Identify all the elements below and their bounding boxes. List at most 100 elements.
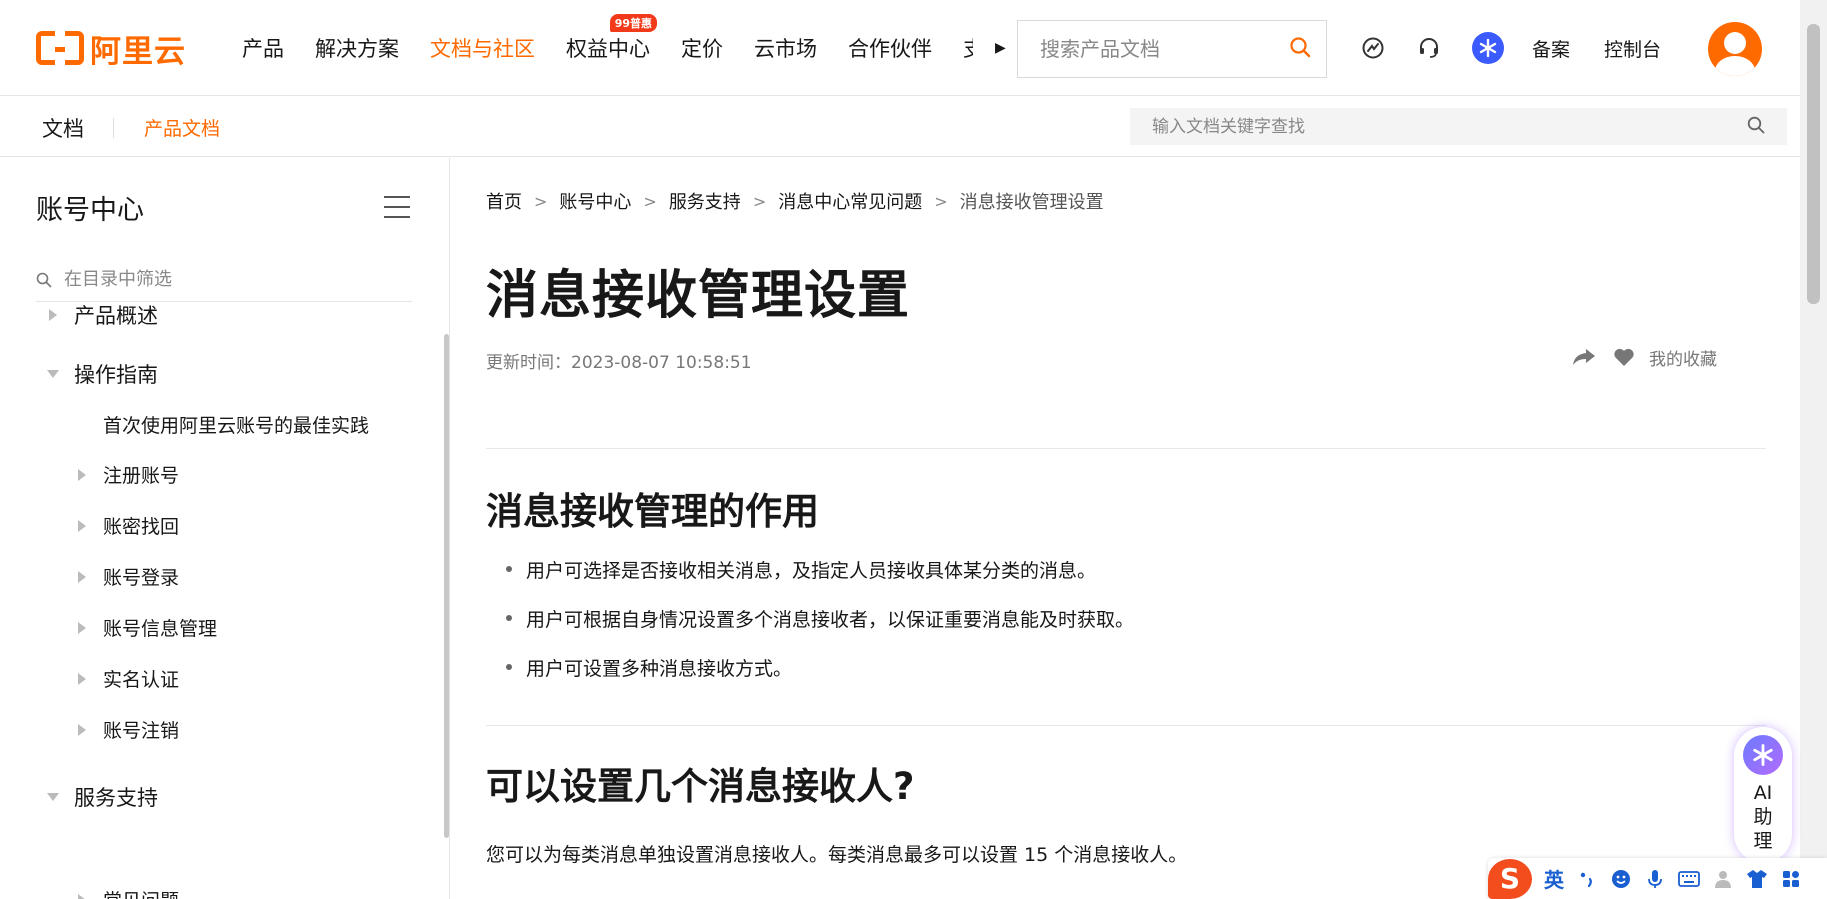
toc-item-label: 实名认证 — [103, 669, 180, 691]
product-doc-search-input[interactable] — [1040, 37, 1289, 61]
microphone-icon[interactable] — [1644, 868, 1666, 890]
keyboard-icon[interactable] — [1678, 868, 1700, 890]
aliyun-logo-icon — [36, 31, 84, 65]
toc-item-operation-guide[interactable]: 操作指南 — [46, 359, 158, 389]
section-heading-purpose: 消息接收管理的作用 — [486, 490, 819, 533]
chevron-right-icon: > — [534, 191, 548, 211]
emoji-icon[interactable] — [1610, 868, 1632, 890]
toc-item-faq[interactable]: 常见问题 — [75, 886, 179, 899]
expand-right-icon — [75, 519, 89, 533]
ai-assistant-float-button[interactable]: AI助理 — [1734, 727, 1792, 863]
toc-item-product-overview[interactable]: 产品概述 — [46, 300, 158, 330]
menu-icon[interactable] — [384, 196, 410, 218]
main-nav: 产品 解决方案 文档与社区 权益中心 99普惠 定价 云市场 合作伙伴 支 ▶ — [242, 0, 1006, 96]
page-scrollbar-thumb[interactable] — [1807, 24, 1820, 304]
page-scrollbar[interactable] — [1800, 0, 1827, 899]
nav-item-marketplace[interactable]: 云市场 — [754, 33, 817, 63]
toc-item-label: 产品概述 — [74, 304, 158, 328]
toc-item-label: 注册账号 — [103, 465, 180, 487]
nav-item-solutions[interactable]: 解决方案 — [315, 33, 399, 63]
purpose-list: 用户可选择是否接收相关消息，及指定人员接收具体某分类的消息。 用户可根据自身情况… — [486, 556, 1134, 703]
toc-item-label: 账号注销 — [103, 720, 180, 742]
receivers-paragraph: 您可以为每类消息单独设置消息接收人。每类消息最多可以设置 15 个消息接收人。 — [486, 844, 1188, 866]
doc-sidebar: 账号中心 产品概述 操作指南 首次使用阿里云账号的最佳实践 注册账号 账密找回 … — [0, 158, 450, 899]
breadcrumb-account-center[interactable]: 账号中心 — [559, 188, 631, 214]
skin-shirt-icon[interactable] — [1746, 868, 1768, 890]
chevron-right-icon: > — [934, 191, 948, 211]
search-icon[interactable] — [1289, 36, 1311, 62]
console-link[interactable]: 控制台 — [1604, 35, 1661, 62]
sogou-ime-logo[interactable]: S — [1488, 858, 1532, 899]
toc-filter-input[interactable] — [64, 269, 412, 290]
top-navbar: 阿里云 产品 解决方案 文档与社区 权益中心 99普惠 定价 云市场 合作伙伴 … — [0, 0, 1800, 96]
sidebar-scrollbar[interactable] — [444, 334, 449, 838]
breadcrumb: 首页 > 账号中心 > 服务支持 > 消息中心常见问题 > 消息接收管理设置 — [486, 188, 1104, 214]
chevron-right-icon: > — [643, 191, 657, 211]
breadcrumb-message-faq[interactable]: 消息中心常见问题 — [778, 188, 922, 214]
punctuation-icon[interactable] — [1576, 868, 1598, 890]
toc-item-real-name-auth[interactable]: 实名认证 — [75, 665, 179, 692]
headset-support-icon[interactable] — [1416, 35, 1442, 61]
doc-keyword-search — [1130, 108, 1787, 145]
toc-item-first-use-best-practice[interactable]: 首次使用阿里云账号的最佳实践 — [103, 411, 369, 438]
page-title: 消息接收管理设置 — [486, 266, 911, 326]
aliyun-logo[interactable]: 阿里云 — [36, 30, 186, 70]
nav-item-overflow[interactable]: 支 — [963, 33, 973, 63]
header-tools: 备案 控制台 — [1360, 0, 1695, 96]
nav-item-benefits-label: 权益中心 — [566, 37, 650, 61]
promo-badge: 99普惠 — [609, 14, 657, 32]
toc-item-account-info[interactable]: 账号信息管理 — [75, 614, 217, 641]
subnav-product-docs-link[interactable]: 产品文档 — [144, 114, 220, 141]
nav-item-benefits[interactable]: 权益中心 99普惠 — [566, 14, 657, 63]
doc-subnav: 文档 产品文档 — [0, 97, 1800, 157]
nav-scroll-right-icon[interactable]: ▶ — [995, 40, 1006, 56]
toc-item-register-account[interactable]: 注册账号 — [75, 461, 179, 488]
nav-item-products[interactable]: 产品 — [242, 33, 284, 63]
toc-item-label: 账密找回 — [103, 516, 180, 538]
doc-keyword-search-input[interactable] — [1152, 116, 1747, 137]
doc-actions: 我的收藏 — [1557, 344, 1717, 370]
divider — [486, 448, 1766, 449]
toc-item-label: 服务支持 — [74, 786, 158, 810]
collapse-down-icon — [46, 790, 60, 804]
expand-right-icon — [75, 723, 89, 737]
ai-assistant-icon — [1743, 735, 1783, 775]
doc-content: 首页 > 账号中心 > 服务支持 > 消息中心常见问题 > 消息接收管理设置 消… — [451, 158, 1800, 899]
nav-item-docs-community[interactable]: 文档与社区 — [430, 33, 535, 63]
collapse-down-icon — [46, 367, 60, 381]
share-icon[interactable] — [1571, 344, 1597, 370]
toc-item-label: 操作指南 — [74, 363, 158, 387]
subnav-divider — [113, 118, 114, 138]
ai-assistant-label: AI助理 — [1753, 782, 1773, 852]
chevron-right-icon: > — [752, 191, 767, 211]
toc-item-password-recovery[interactable]: 账密找回 — [75, 512, 179, 539]
breadcrumb-home[interactable]: 首页 — [486, 188, 522, 214]
user-avatar[interactable] — [1708, 22, 1762, 76]
list-item: 用户可根据自身情况设置多个消息接收者，以保证重要消息能及时获取。 — [486, 605, 1134, 654]
toc-item-account-login[interactable]: 账号登录 — [75, 563, 179, 590]
toolbox-grid-icon[interactable] — [1780, 868, 1802, 890]
breadcrumb-service-support[interactable]: 服务支持 — [669, 188, 741, 214]
expand-right-icon — [75, 570, 89, 584]
search-icon[interactable] — [1747, 116, 1765, 138]
toc-item-label: 账号信息管理 — [103, 618, 218, 640]
ime-language-toggle[interactable]: 英 — [1544, 864, 1564, 893]
subnav-title[interactable]: 文档 — [42, 113, 84, 143]
nav-item-pricing[interactable]: 定价 — [681, 33, 723, 63]
heart-icon[interactable] — [1611, 344, 1637, 370]
expand-right-icon — [75, 672, 89, 686]
dashboard-icon[interactable] — [1360, 35, 1386, 61]
toc-item-service-support[interactable]: 服务支持 — [46, 782, 158, 812]
divider — [486, 725, 1766, 726]
list-item: 用户可设置多种消息接收方式。 — [486, 654, 1134, 703]
my-favorites-link[interactable]: 我的收藏 — [1649, 345, 1717, 370]
expand-right-icon — [75, 621, 89, 635]
user-profile-icon[interactable] — [1712, 868, 1734, 890]
icp-filing-link[interactable]: 备案 — [1532, 35, 1570, 62]
list-item: 用户可选择是否接收相关消息，及指定人员接收具体某分类的消息。 — [486, 556, 1134, 605]
toc-item-account-cancel[interactable]: 账号注销 — [75, 716, 179, 743]
toc-item-label: 常见问题 — [103, 886, 179, 899]
toc-item-label: 首次使用阿里云账号的最佳实践 — [103, 415, 370, 437]
nav-item-partners[interactable]: 合作伙伴 — [848, 33, 932, 63]
ai-assistant-icon[interactable] — [1472, 32, 1504, 64]
